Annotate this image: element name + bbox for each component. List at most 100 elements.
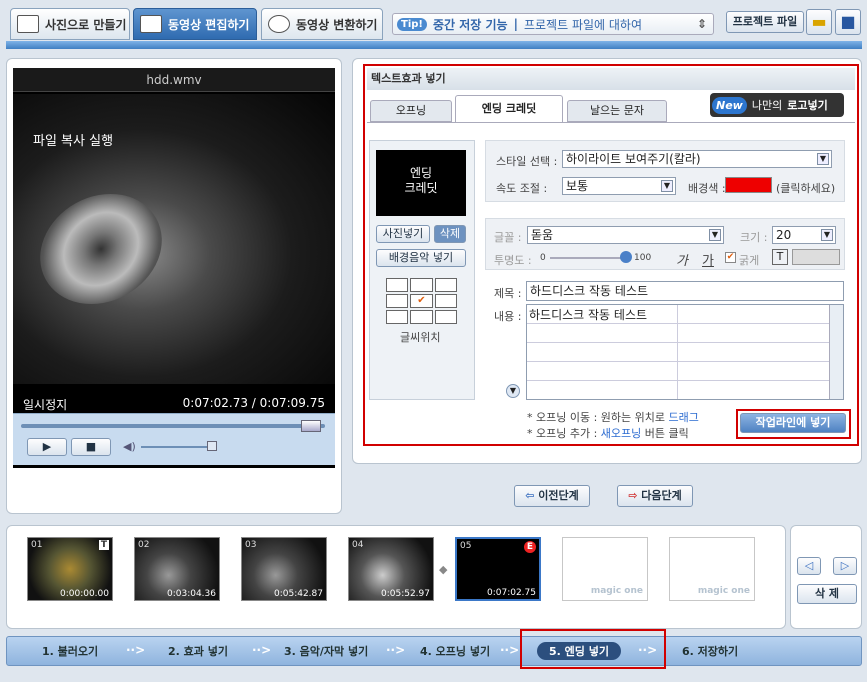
style-select[interactable]: 하이라이트 보여주기(칼라) ▼ bbox=[562, 150, 832, 168]
add-to-timeline-button[interactable]: 작업라인에 넣기 bbox=[740, 413, 846, 433]
content-scrollbar[interactable] bbox=[829, 305, 843, 399]
volume-handle[interactable] bbox=[207, 441, 217, 451]
save-disk-icon[interactable]: ■ bbox=[835, 9, 861, 35]
pos-cell[interactable] bbox=[410, 310, 433, 324]
my-logo-button[interactable]: New 나만의 로고넣기 bbox=[710, 93, 844, 117]
arrow-left-icon: ⇦ bbox=[525, 489, 535, 502]
text-effect-icon: T bbox=[98, 540, 109, 550]
scroll-left-icon[interactable]: ◁ bbox=[797, 557, 821, 575]
opacity-handle[interactable] bbox=[620, 251, 632, 263]
next-step-button[interactable]: ⇨ 다음단계 bbox=[617, 485, 693, 507]
video-overlay-text: 파일 복사 실행 bbox=[33, 134, 114, 149]
tab-flying-text[interactable]: 날으는 문자 bbox=[567, 100, 667, 122]
pos-cell[interactable] bbox=[386, 294, 409, 308]
timeline-controls-panel bbox=[790, 525, 862, 629]
step-arrow-icon: ··> bbox=[638, 643, 658, 657]
content-table[interactable]: 하드디스크 작동 테스트 bbox=[526, 304, 844, 400]
bold-checkbox[interactable]: ✔ bbox=[725, 252, 736, 263]
tip-selector[interactable]: Tip! 중간 저장 기능 | 프로젝트 파일에 대하여 ⇕ bbox=[392, 13, 714, 35]
ending-effect-icon: E bbox=[524, 541, 536, 553]
tab-underline bbox=[367, 122, 855, 123]
arrow-right-icon: ⇨ bbox=[628, 489, 638, 502]
row-divider bbox=[527, 361, 829, 362]
volume-icon: ◀) bbox=[123, 440, 136, 453]
volume-slider[interactable] bbox=[141, 446, 213, 448]
seek-handle[interactable] bbox=[301, 420, 321, 432]
scroll-right-icon[interactable]: ▷ bbox=[833, 557, 857, 575]
stop-button[interactable]: ■ bbox=[71, 438, 111, 456]
help-move: * 오프닝 이동 : 원하는 위치로 드래그 bbox=[527, 411, 699, 424]
video-filename: hdd.wmv bbox=[13, 68, 335, 92]
step-3[interactable]: 3. 음악/자막 넣기 bbox=[284, 643, 368, 659]
timeline-clip[interactable]: 03 0:05:42.87 bbox=[241, 537, 327, 601]
pos-cell-selected-check-icon[interactable]: ✔ bbox=[410, 294, 433, 308]
italic-button[interactable]: 가 bbox=[676, 250, 688, 269]
title-input[interactable]: 하드디스크 작동 테스트 bbox=[526, 281, 844, 301]
content-cell[interactable]: 하드디스크 작동 테스트 bbox=[529, 306, 647, 323]
speed-select[interactable]: 보통 ▼ bbox=[562, 177, 676, 195]
seek-bar[interactable] bbox=[21, 424, 325, 428]
play-button[interactable]: ▶ bbox=[27, 438, 67, 456]
step-1[interactable]: 1. 불러오기 bbox=[42, 643, 98, 659]
insert-marker-icon: ◆ bbox=[439, 563, 448, 576]
player-status: 일시정지 bbox=[23, 398, 68, 412]
tab-opening[interactable]: 오프닝 bbox=[370, 100, 452, 122]
dropdown-arrow-icon: ▼ bbox=[817, 153, 829, 165]
move-down-icon[interactable]: ▼ bbox=[506, 384, 520, 398]
player-controls: ▶ ■ ◀) bbox=[13, 413, 335, 465]
tab-video-convert[interactable]: 동영상 변환하기 bbox=[261, 8, 383, 40]
step-4[interactable]: 4. 오프닝 넣기 bbox=[420, 643, 490, 659]
tab-video-edit[interactable]: 동영상 편집하기 bbox=[133, 8, 257, 40]
open-folder-icon[interactable]: ▬ bbox=[806, 9, 832, 35]
delete-photo-button[interactable]: 삭제 bbox=[434, 225, 466, 243]
new-badge-icon: New bbox=[712, 96, 747, 114]
step-6[interactable]: 6. 저장하기 bbox=[682, 643, 738, 659]
empty-slot: magic one bbox=[669, 537, 755, 601]
project-file-button[interactable]: 프로젝트 파일 bbox=[726, 11, 804, 33]
player-timecode: 0:07:02.73 / 0:07:09.75 bbox=[182, 396, 325, 410]
pos-cell[interactable] bbox=[434, 294, 457, 308]
timeline-delete-button[interactable]: 삭 제 bbox=[797, 584, 857, 604]
timeline-clip-selected[interactable]: 05 E 0:07:02.75 bbox=[455, 537, 541, 601]
row-divider bbox=[527, 342, 829, 343]
pos-cell[interactable] bbox=[386, 310, 409, 324]
dropdown-arrow-icon: ▼ bbox=[709, 229, 721, 241]
row-divider bbox=[527, 323, 829, 324]
step-arrow-icon: ··> bbox=[126, 643, 146, 657]
add-photo-button[interactable]: 사진넣기 bbox=[376, 225, 430, 243]
dropdown-arrow-icon: ▼ bbox=[661, 180, 673, 192]
size-select[interactable]: 20 ▼ bbox=[772, 226, 836, 244]
text-position-grid[interactable]: ✔ bbox=[386, 278, 457, 324]
pos-cell[interactable] bbox=[434, 278, 457, 292]
pos-cell[interactable] bbox=[434, 310, 457, 324]
ending-credit-preview: 엔딩 크레딧 bbox=[376, 150, 466, 216]
timeline-clip[interactable]: 04 0:05:52.97 bbox=[348, 537, 434, 601]
help-add: * 오프닝 추가 : 새오프닝 버튼 클릭 bbox=[527, 427, 689, 440]
photo-icon bbox=[17, 15, 39, 33]
timeline-clip[interactable]: 02 0:03:04.36 bbox=[134, 537, 220, 601]
tab-photo-make[interactable]: 사진으로 만들기 bbox=[10, 8, 130, 40]
editor-title: 텍스트효과 넣기 bbox=[367, 68, 855, 90]
empty-slot: magic one bbox=[562, 537, 648, 601]
tab-ending-credit[interactable]: 엔딩 크레딧 bbox=[455, 95, 563, 123]
text-color-icon[interactable]: T bbox=[772, 249, 788, 265]
add-bgm-button[interactable]: 배경음악 넣기 bbox=[376, 249, 466, 267]
column-divider bbox=[677, 305, 678, 399]
hdd-platter bbox=[31, 194, 171, 304]
row-divider bbox=[527, 380, 829, 381]
pos-cell[interactable] bbox=[386, 278, 409, 292]
header-divider bbox=[6, 41, 862, 49]
pos-cell[interactable] bbox=[410, 278, 433, 292]
mov-icon bbox=[268, 15, 290, 33]
font-select[interactable]: 돋움 ▼ bbox=[527, 226, 724, 244]
opacity-slider[interactable] bbox=[550, 257, 628, 259]
step-arrow-icon: ··> bbox=[500, 643, 520, 657]
dropdown-arrow-icon: ▼ bbox=[821, 229, 833, 241]
timeline-clip[interactable]: 01 T 0:00:00.00 bbox=[27, 537, 113, 601]
bg-color-swatch[interactable] bbox=[725, 177, 772, 193]
step-5-current[interactable]: 5. 엔딩 넣기 bbox=[537, 642, 621, 660]
step-2[interactable]: 2. 효과 넣기 bbox=[168, 643, 228, 659]
underline-button[interactable]: 가 bbox=[702, 250, 714, 269]
prev-step-button[interactable]: ⇦ 이전단계 bbox=[514, 485, 590, 507]
text-color-swatch[interactable] bbox=[792, 249, 840, 265]
